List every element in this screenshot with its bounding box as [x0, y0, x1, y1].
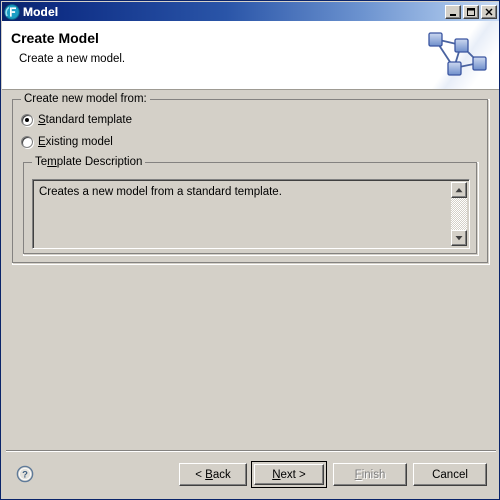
footer-divider — [6, 450, 496, 452]
cancel-button[interactable]: Cancel — [413, 463, 487, 486]
next-button[interactable]: Next > — [251, 461, 327, 488]
svg-text:?: ? — [22, 470, 28, 481]
cancel-button-label: Cancel — [432, 468, 468, 481]
radio-standard-template-indicator[interactable] — [21, 114, 33, 126]
radio-standard-template[interactable]: Standard template — [21, 114, 132, 126]
wizard-header: Create Model Create a new model. — [2, 21, 499, 90]
wizard-window: Model Create Model Create a new model. C… — [0, 0, 500, 500]
radio-existing-model-label: Existing model — [38, 136, 113, 148]
window-title: Model — [23, 4, 59, 19]
next-button-label: Next > — [254, 464, 324, 485]
source-group-legend: Create new model from: — [21, 93, 150, 105]
scroll-up-arrow-icon[interactable] — [451, 182, 467, 198]
minimize-button[interactable] — [445, 4, 461, 19]
radio-standard-template-label: Standard template — [38, 114, 132, 126]
app-model-icon — [4, 3, 20, 20]
window-controls — [445, 4, 499, 19]
title-bar[interactable]: Model — [2, 2, 499, 21]
page-subtitle: Create a new model. — [19, 53, 126, 65]
page-title: Create Model — [11, 30, 99, 46]
source-group: Create new model from: Standard template… — [12, 93, 490, 265]
finish-button: Finish — [333, 463, 407, 486]
back-button[interactable]: < Back — [179, 463, 247, 486]
template-description-text: Creates a new model from a standard temp… — [39, 186, 282, 198]
maximize-button[interactable] — [463, 4, 479, 19]
radio-existing-model-indicator[interactable] — [21, 136, 33, 148]
radio-existing-model[interactable]: Existing model — [21, 136, 113, 148]
scroll-down-arrow-icon[interactable] — [451, 230, 467, 246]
template-description-legend: Template Description — [32, 156, 146, 168]
template-description-group: Template Description Creates a new model… — [23, 156, 479, 256]
close-button[interactable] — [481, 4, 497, 19]
wizard-body: Create new model from: Standard template… — [2, 91, 499, 499]
finish-button-label: Finish — [354, 468, 386, 481]
help-question-icon[interactable]: ? — [16, 465, 34, 483]
back-button-label: < Back — [195, 468, 231, 481]
graph-network-icon — [415, 21, 499, 89]
template-description-field[interactable]: Creates a new model from a standard temp… — [32, 179, 470, 249]
template-description-scrollbar[interactable] — [451, 182, 467, 246]
